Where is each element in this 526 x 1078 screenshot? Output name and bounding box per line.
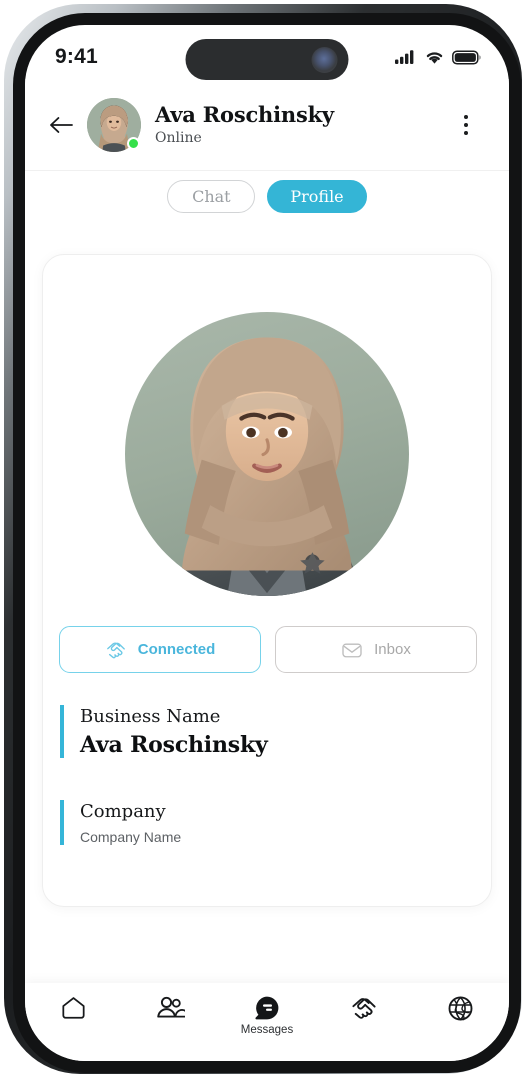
phone-screen: 9:41 Ava Roschinsky Online Chat Profile … xyxy=(25,25,509,1061)
messages-icon xyxy=(255,996,279,1020)
profile-portrait-icon xyxy=(125,312,409,596)
contacts-icon xyxy=(157,996,186,1018)
kebab-dot xyxy=(464,130,468,135)
bottom-navigation-bar: Messages xyxy=(25,983,509,1061)
inbox-button-label: Inbox xyxy=(374,641,411,658)
nav-item-messages[interactable]: Messages xyxy=(219,995,316,1036)
battery-icon xyxy=(452,49,481,65)
connected-button[interactable]: Connected xyxy=(59,626,261,673)
front-camera-lens-icon xyxy=(311,46,338,73)
inbox-button[interactable]: Inbox xyxy=(275,626,477,673)
tab-profile[interactable]: Profile xyxy=(267,180,367,213)
field-value: Company Name xyxy=(80,829,182,846)
kebab-dot xyxy=(464,114,468,119)
handshake-icon xyxy=(106,641,125,658)
online-status-dot xyxy=(127,136,140,150)
kebab-dot xyxy=(464,122,468,127)
profile-card: Connected Inbox Business Name Ava Roschi… xyxy=(42,254,492,907)
wifi-icon xyxy=(426,52,443,64)
status-icons xyxy=(395,49,481,65)
header-text-group: Ava Roschinsky Online xyxy=(155,101,449,147)
tab-chat[interactable]: Chat xyxy=(167,180,256,213)
field-company: Company Company Name xyxy=(60,800,182,846)
globe-icon xyxy=(448,996,473,1021)
nav-item-contacts[interactable] xyxy=(122,995,219,1021)
field-label: Company xyxy=(80,801,166,822)
profile-action-buttons: Connected Inbox xyxy=(59,626,477,673)
nav-item-home[interactable] xyxy=(25,995,122,1021)
cellular-signal-icon xyxy=(395,50,414,64)
home-icon xyxy=(62,997,85,1019)
back-arrow-icon xyxy=(50,116,73,133)
phone-device-frame: 9:41 Ava Roschinsky Online Chat Profile … xyxy=(4,4,522,1074)
app-header: Ava Roschinsky Online xyxy=(25,79,509,171)
connected-button-label: Connected xyxy=(137,641,216,658)
status-time: 9:41 xyxy=(55,45,98,68)
field-label: Business Name xyxy=(80,706,221,727)
nav-item-connections[interactable] xyxy=(315,995,412,1021)
field-value: Ava Roschinsky xyxy=(80,732,268,759)
more-options-button[interactable] xyxy=(449,103,483,147)
back-button[interactable] xyxy=(39,103,83,147)
header-avatar[interactable] xyxy=(87,97,141,152)
contact-name: Ava Roschinsky xyxy=(155,101,334,127)
tab-switcher: Chat Profile xyxy=(25,180,509,213)
dynamic-island xyxy=(185,39,349,80)
field-business-name: Business Name Ava Roschinsky xyxy=(60,705,268,759)
contact-status: Online xyxy=(155,130,202,147)
nav-item-messages-label: Messages xyxy=(240,1024,294,1036)
profile-avatar[interactable] xyxy=(125,312,409,596)
handshake-icon xyxy=(352,998,376,1019)
nav-item-network[interactable] xyxy=(412,995,509,1022)
envelope-icon xyxy=(342,642,362,657)
